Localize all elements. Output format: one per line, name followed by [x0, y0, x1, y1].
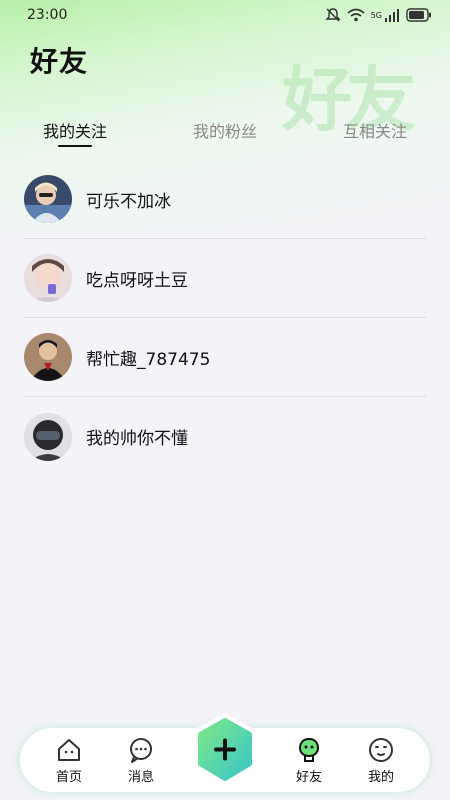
nav-friends-label: 好友 — [295, 770, 322, 785]
friend-item[interactable]: 我的帅你不懂 — [24, 397, 426, 476]
friend-item[interactable]: 吃点呀呀土豆 — [24, 239, 426, 318]
home-icon — [58, 739, 80, 761]
friend-name: 帮忙趣_787475 — [86, 349, 211, 370]
battery-icon — [406, 8, 431, 22]
friend-item[interactable]: 可乐不加冰 — [24, 160, 426, 239]
avatar[interactable] — [24, 412, 72, 461]
signal-icon — [385, 9, 399, 22]
nav-home[interactable]: 首页 — [44, 736, 94, 785]
nav-profile[interactable]: 我的 — [356, 736, 406, 785]
nav-friends[interactable]: 好友 — [284, 736, 334, 785]
friend-tabs: 我的关注 我的粉丝 互相关注 — [0, 112, 450, 152]
friend-list: 可乐不加冰 吃点呀呀土豆 帮忙趣_787475 我的帅你不懂 — [24, 160, 426, 476]
avatar[interactable] — [24, 254, 72, 302]
nav-messages[interactable]: 消息 — [116, 736, 166, 785]
friends-icon — [298, 737, 320, 762]
status-bar: 23:00 5G — [0, 0, 450, 30]
avatar[interactable] — [24, 175, 72, 223]
page-title: 好友 — [30, 45, 89, 78]
friend-name: 吃点呀呀土豆 — [86, 270, 188, 291]
tab-following[interactable]: 我的关注 — [0, 112, 150, 152]
network-type-label: 5G — [370, 10, 382, 20]
add-button[interactable] — [190, 710, 260, 790]
tab-followers[interactable]: 我的粉丝 — [150, 112, 300, 152]
profile-icon — [369, 738, 393, 762]
nav-home-label: 首页 — [55, 770, 82, 785]
nav-profile-label: 我的 — [367, 770, 394, 785]
tab-mutual[interactable]: 互相关注 — [300, 112, 450, 152]
wifi-icon — [347, 8, 365, 22]
friend-name: 可乐不加冰 — [86, 191, 171, 212]
friend-name: 我的帅你不懂 — [86, 429, 188, 449]
mute-icon — [325, 8, 341, 22]
message-icon — [130, 738, 152, 763]
nav-messages-label: 消息 — [127, 770, 154, 785]
status-icons: 5G — [325, 7, 432, 23]
avatar[interactable] — [24, 333, 72, 381]
friend-item[interactable]: 帮忙趣_787475 — [24, 318, 426, 397]
status-time: 23:00 — [27, 7, 68, 23]
